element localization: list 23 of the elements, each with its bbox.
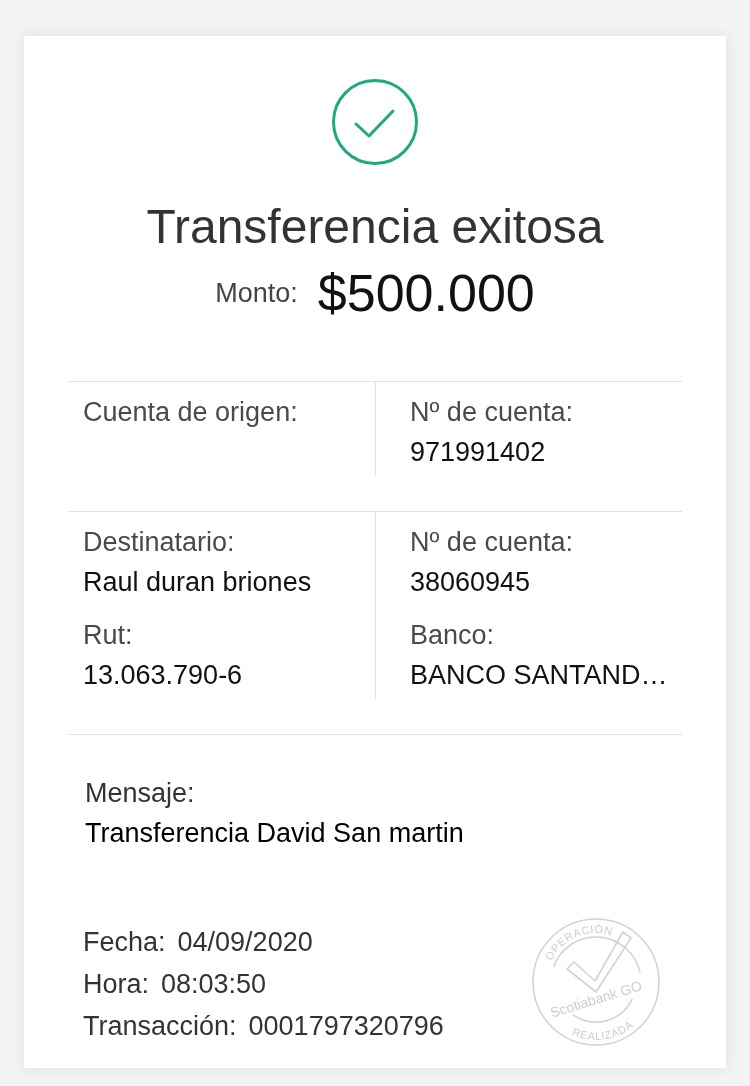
field-value: Raul duran briones: [83, 566, 312, 598]
message-text: Transferencia David San martin: [85, 817, 464, 849]
success-check-icon: [332, 79, 418, 165]
detail-value: 08:03:50: [161, 968, 267, 1000]
field-label: Nº de cuenta:: [410, 396, 573, 428]
detail-label: Transacción:: [83, 1010, 237, 1042]
detail-value: 04/09/2020: [177, 926, 313, 958]
detail-label: Fecha:: [83, 926, 166, 958]
field-label: Cuenta de origen:: [83, 396, 298, 428]
field-label: Banco:: [410, 619, 495, 651]
field-label: Destinatario:: [83, 526, 235, 558]
message-label: Mensaje:: [85, 777, 195, 809]
field-value: 971991402: [410, 436, 546, 468]
amount-value: $500.000: [317, 263, 535, 323]
field-value: 13.063.790-6: [83, 659, 243, 691]
field-value: BANCO SANTAND…: [410, 659, 668, 691]
field-label: Rut:: [83, 619, 133, 651]
detail-value: 0001797320796: [248, 1010, 444, 1042]
detail-label: Hora:: [83, 968, 150, 1000]
field-label: Nº de cuenta:: [410, 526, 573, 558]
amount-label: Monto:: [215, 277, 298, 310]
success-title: Transferencia exitosa: [146, 199, 604, 255]
field-value: 38060945: [410, 566, 531, 598]
